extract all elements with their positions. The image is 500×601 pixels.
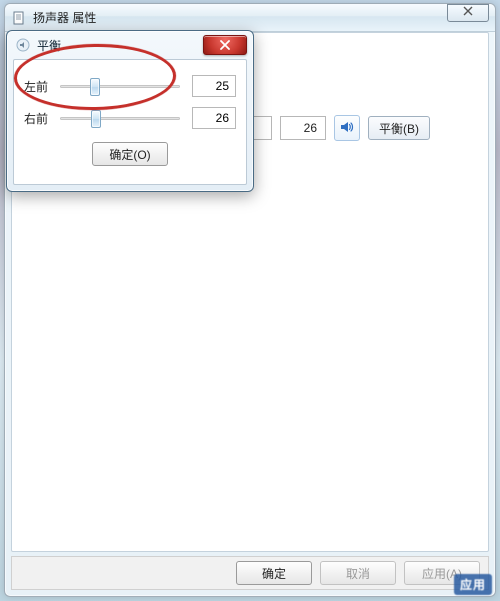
slider-label: 左前 [24, 78, 56, 95]
volume-icon [15, 37, 31, 53]
left-front-slider[interactable] [60, 77, 180, 95]
balance-button[interactable]: 平衡(B) [368, 116, 430, 140]
main-cancel-button[interactable]: 取消 [320, 561, 396, 585]
dialog-titlebar[interactable]: 平衡 [7, 31, 253, 59]
right-front-value[interactable]: 26 [192, 107, 236, 129]
close-icon [219, 40, 231, 50]
speaker-icon [339, 119, 355, 138]
dialog-title: 平衡 [37, 37, 61, 54]
slider-label: 右前 [24, 110, 56, 127]
main-footer: 确定 取消 应用(A) [11, 556, 489, 590]
dialog-buttons: 确定(O) [24, 142, 236, 166]
main-ok-button[interactable]: 确定 [236, 561, 312, 585]
right-front-slider[interactable] [60, 109, 180, 127]
dialog-ok-button[interactable]: 确定(O) [92, 142, 168, 166]
slider-track [60, 117, 180, 120]
balance-dialog: 平衡 左前 25 右前 26 确定(O) [6, 30, 254, 192]
main-titlebar[interactable]: 扬声器 属性 [5, 4, 495, 32]
left-front-value[interactable]: 25 [192, 75, 236, 97]
slider-row-left-front: 左前 25 [24, 72, 236, 100]
main-window-title: 扬声器 属性 [33, 9, 96, 26]
slider-row-right-front: 右前 26 [24, 104, 236, 132]
watermark-badge: 应用 [454, 574, 492, 595]
slider-thumb[interactable] [91, 110, 101, 128]
main-close-button[interactable] [447, 4, 489, 22]
dialog-close-button[interactable] [203, 35, 247, 55]
slider-track [60, 85, 180, 88]
level-value-field[interactable]: 26 [280, 116, 326, 140]
dialog-client-area: 左前 25 右前 26 确定(O) [13, 59, 247, 185]
mute-toggle-button[interactable] [334, 115, 360, 141]
slider-thumb[interactable] [90, 78, 100, 96]
close-icon [463, 6, 473, 19]
document-icon [11, 10, 27, 26]
